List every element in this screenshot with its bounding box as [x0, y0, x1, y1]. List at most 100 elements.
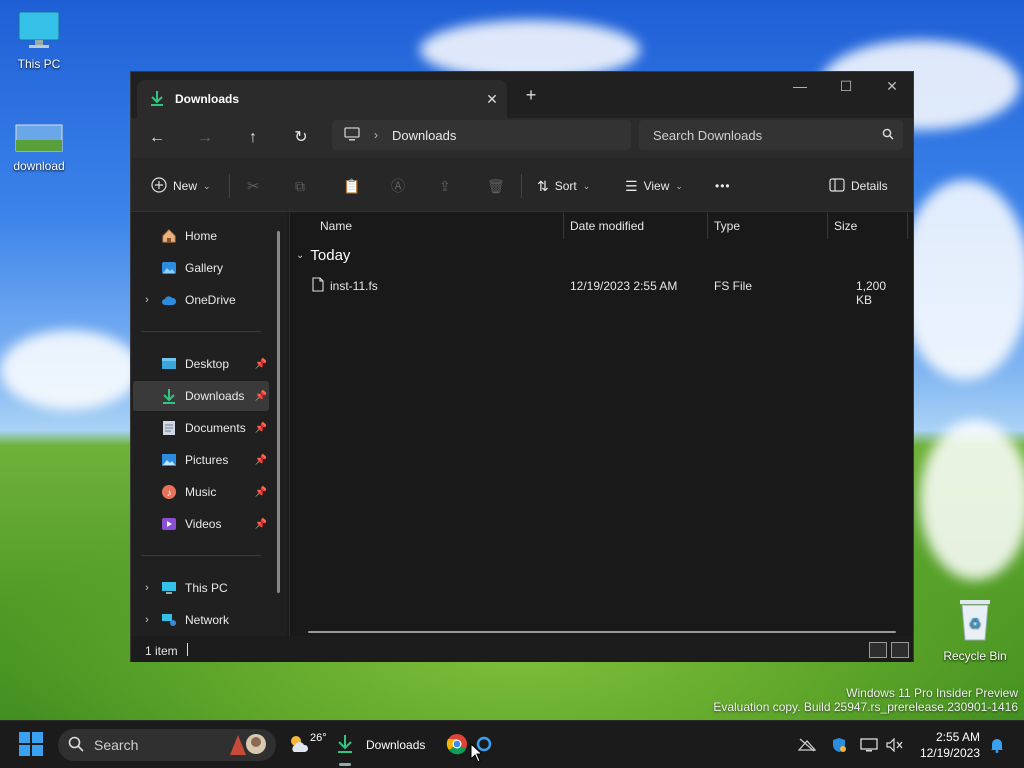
weather-temperature: 26° [310, 732, 327, 744]
taskbar-search[interactable] [58, 729, 276, 761]
active-indicator [339, 763, 351, 766]
taskbar-app-file-explorer[interactable]: Downloads [336, 729, 425, 761]
back-arrow-icon[interactable]: ← [141, 124, 173, 152]
new-tab-button[interactable]: + [517, 84, 545, 108]
taskbar-app-label: Downloads [366, 738, 426, 752]
desktop-icon-label: This PC [17, 57, 61, 71]
nav-item-this-pc[interactable]: › This PC [133, 573, 269, 603]
download-icon [149, 90, 165, 109]
weather-icon [288, 734, 310, 757]
nav-item-network[interactable]: › Network [133, 605, 269, 635]
clock-date: 12/19/2023 [919, 746, 980, 760]
tab-close-icon[interactable]: ✕ [477, 91, 507, 108]
group-header-today[interactable]: ⌄ Today [296, 247, 350, 264]
home-icon [161, 228, 177, 244]
notification-bell-icon[interactable] [986, 735, 1008, 755]
breadcrumb-chevron-icon[interactable]: › [374, 128, 378, 142]
weather-widget[interactable]: 26° [288, 729, 327, 761]
breadcrumb-downloads[interactable]: Downloads [392, 128, 456, 143]
pin-icon[interactable]: 📌 [255, 391, 267, 402]
address-bar[interactable]: › Downloads [332, 120, 631, 150]
sort-button[interactable]: ⇅ Sort ⌄ [537, 172, 590, 200]
forward-arrow-icon[interactable]: → [189, 124, 221, 152]
evaluation-watermark: Windows 11 Pro Insider Preview Evaluatio… [713, 686, 1018, 714]
desktop-icon-this-pc[interactable]: This PC [4, 10, 74, 71]
pin-icon[interactable]: 📌 [255, 359, 267, 370]
defender-shield-icon[interactable] [828, 735, 850, 755]
delete-icon[interactable]: 🗑 [487, 172, 505, 200]
desktop-icon-download[interactable]: download [4, 124, 74, 173]
column-header-size[interactable]: Size [828, 213, 908, 239]
search-box[interactable] [639, 120, 903, 150]
copy-icon[interactable]: ⧉ [295, 172, 305, 200]
chevron-down-icon: ⌄ [582, 180, 591, 191]
nav-item-onedrive[interactable]: › OneDrive [133, 285, 269, 315]
gallery-icon [161, 260, 177, 276]
tab-label: Downloads [175, 92, 240, 106]
chevron-down-icon: ⌄ [203, 180, 211, 191]
videos-icon [161, 516, 177, 532]
nav-item-videos[interactable]: Videos 📌 [133, 509, 269, 539]
taskbar-search-input[interactable] [94, 737, 214, 753]
item-count: 1 item [145, 644, 178, 658]
pin-icon[interactable]: 📌 [255, 487, 267, 498]
file-size: 1,200 KB [856, 279, 887, 307]
nav-item-desktop[interactable]: Desktop 📌 [133, 349, 269, 379]
svg-text:♻: ♻ [969, 615, 982, 631]
minimize-button[interactable]: — [777, 72, 823, 104]
maximize-button[interactable]: ☐ [823, 72, 869, 104]
nav-scrollbar[interactable] [277, 231, 280, 593]
pin-icon[interactable]: 📌 [255, 423, 267, 434]
chevron-right-icon[interactable]: › [133, 614, 161, 626]
nav-item-home[interactable]: Home [133, 221, 269, 251]
system-clock[interactable]: 2:55 AM 12/19/2023 [918, 729, 980, 761]
address-row: ← → ↑ ↻ › Downloads [131, 118, 913, 158]
download-icon [161, 388, 177, 404]
table-row[interactable]: inst-11.fs 12/19/2023 2:55 AM FS File 1,… [298, 273, 904, 307]
chevron-right-icon[interactable]: › [133, 294, 161, 306]
paste-icon[interactable]: 📋 [343, 172, 360, 200]
search-input[interactable] [653, 127, 873, 143]
document-icon [161, 420, 177, 436]
new-button[interactable]: New ⌄ [151, 172, 211, 200]
cut-icon[interactable]: ✂ [247, 172, 260, 200]
start-button[interactable] [18, 729, 44, 761]
details-button[interactable]: Details [829, 172, 888, 200]
plus-circle-icon [151, 176, 167, 196]
display-icon[interactable] [858, 735, 880, 755]
horizontal-scrollbar[interactable] [308, 631, 896, 633]
tab-downloads[interactable]: Downloads ✕ [137, 80, 507, 118]
nav-item-downloads[interactable]: Downloads 📌 [133, 381, 269, 411]
volume-muted-icon[interactable] [884, 735, 906, 755]
svg-text:♪: ♪ [167, 488, 172, 499]
network-off-icon[interactable] [796, 735, 818, 755]
column-header-date[interactable]: Date modified [564, 213, 708, 239]
chevron-right-icon[interactable]: › [133, 582, 161, 594]
more-options-button[interactable]: ••• [715, 172, 731, 200]
pin-icon[interactable]: 📌 [255, 519, 267, 530]
title-bar[interactable]: Downloads ✕ + — ☐ ✕ [131, 72, 913, 118]
cloud [920, 420, 1024, 580]
details-view-button[interactable] [869, 642, 887, 658]
column-header-type[interactable]: Type [708, 213, 828, 239]
pin-icon[interactable]: 📌 [255, 455, 267, 466]
desktop-icon-recycle-bin[interactable]: ♻ Recycle Bin [940, 596, 1010, 663]
nav-item-documents[interactable]: Documents 📌 [133, 413, 269, 443]
share-icon[interactable]: ⇪ [439, 172, 451, 200]
nav-item-music[interactable]: ♪ Music 📌 [133, 477, 269, 507]
status-bar: 1 item [131, 638, 913, 662]
file-explorer-window: Downloads ✕ + — ☐ ✕ ← → ↑ ↻ › Downloads [130, 71, 914, 662]
nav-item-pictures[interactable]: Pictures 📌 [133, 445, 269, 475]
rename-icon[interactable]: Ⓐ [391, 172, 405, 200]
column-header-name[interactable]: Name [314, 213, 564, 239]
refresh-icon[interactable]: ↻ [285, 124, 317, 152]
up-arrow-icon[interactable]: ↑ [237, 124, 269, 152]
download-icon [336, 734, 354, 757]
nav-item-gallery[interactable]: Gallery [133, 253, 269, 283]
search-icon[interactable] [873, 128, 903, 143]
taskbar-app-chrome[interactable] [446, 729, 468, 761]
view-button[interactable]: ☰ View ⌄ [625, 172, 683, 200]
close-button[interactable]: ✕ [869, 72, 915, 104]
tiles-view-button[interactable] [891, 642, 909, 658]
search-highlight-icon [226, 731, 268, 760]
